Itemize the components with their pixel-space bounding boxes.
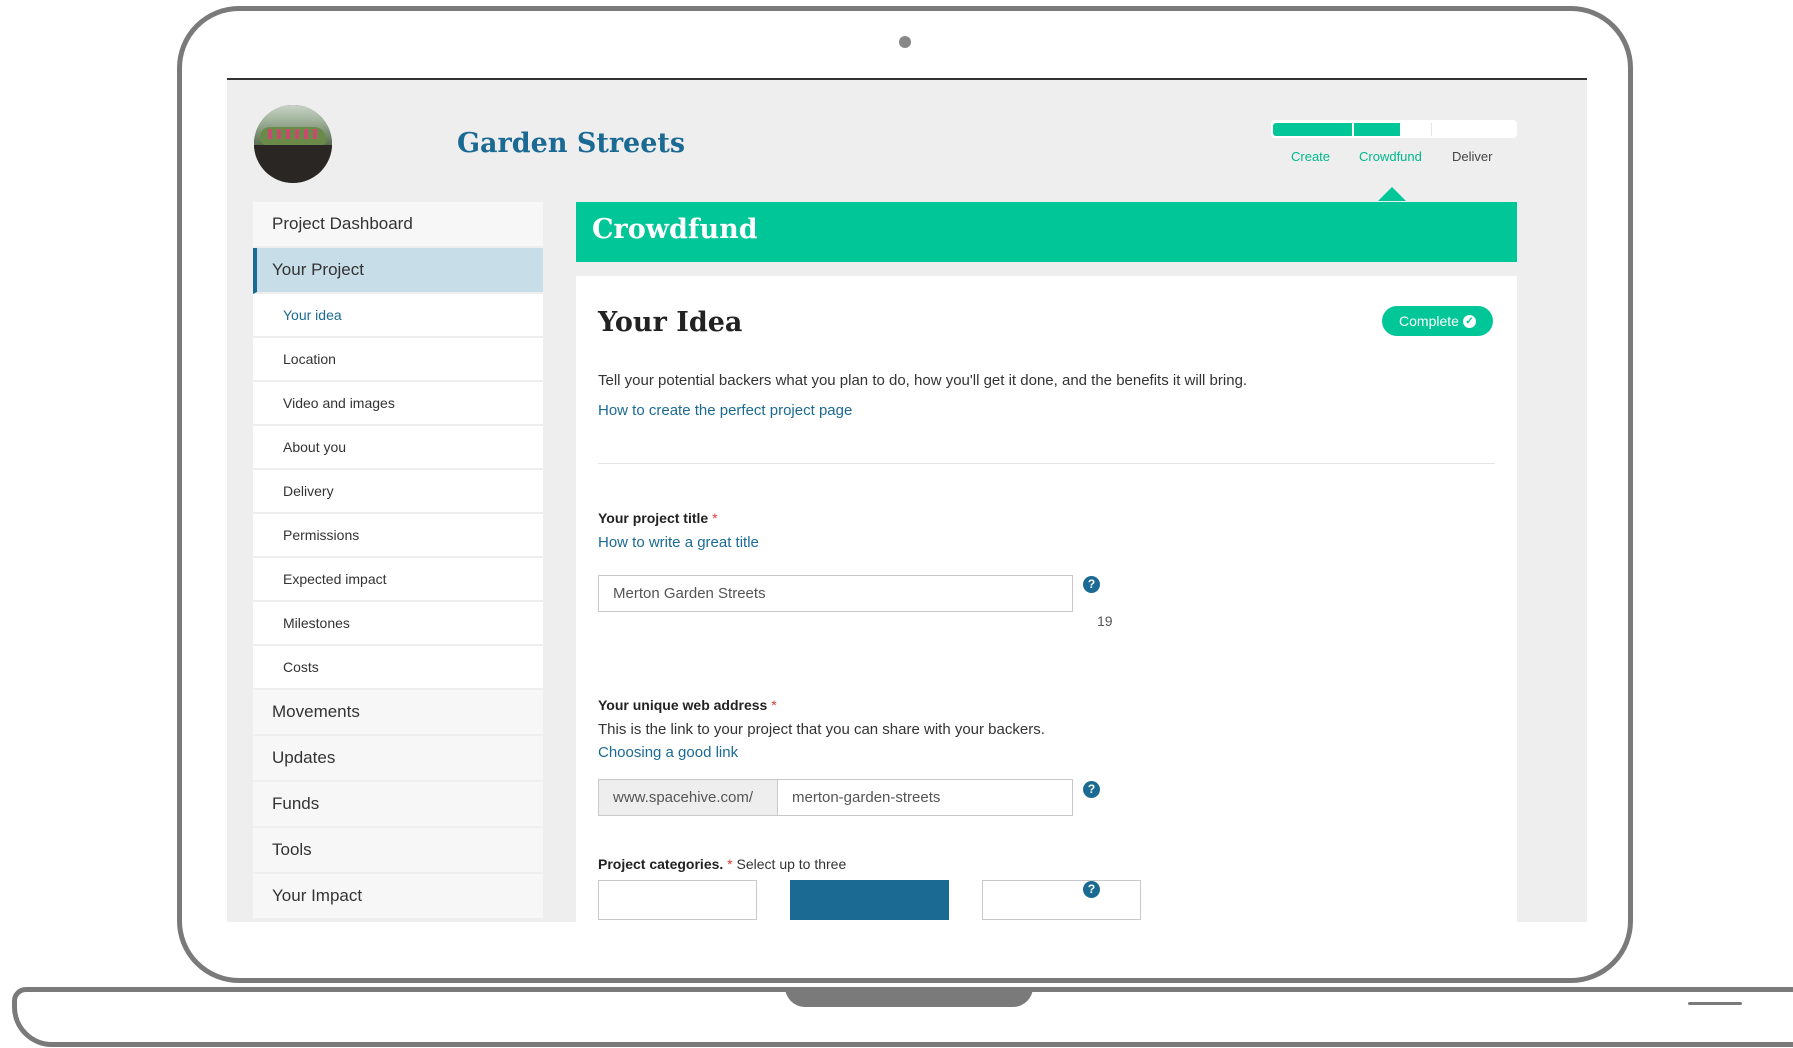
great-title-link[interactable]: How to write a great title <box>598 534 759 551</box>
site-title: Garden Streets <box>457 128 686 159</box>
sidebar-item-movements[interactable]: Movements <box>253 690 543 736</box>
laptop-notch <box>785 987 1033 1007</box>
crowdfund-banner: Crowdfund <box>576 202 1517 262</box>
check-circle-icon: ✓ <box>1462 314 1476 328</box>
required-marker: * <box>771 697 777 713</box>
categories-label: Project categories. * Select up to three <box>598 856 847 872</box>
web-address-label: Your unique web address * <box>598 697 777 713</box>
sidebar-subitem-delivery[interactable]: Delivery <box>253 470 543 514</box>
required-marker: * <box>712 510 718 526</box>
sidebar-item-your-impact[interactable]: Your Impact <box>253 874 543 920</box>
sidebar-subitem-about-you[interactable]: About you <box>253 426 543 470</box>
sidebar-subitem-expected-impact[interactable]: Expected impact <box>253 558 543 602</box>
sidebar-item-project-dashboard[interactable]: Project Dashboard <box>253 202 543 248</box>
sidebar-item-funds[interactable]: Funds <box>253 782 543 828</box>
sidebar-subitem-permissions[interactable]: Permissions <box>253 514 543 558</box>
progress-crowdfund-segment <box>1354 123 1400 136</box>
screen: Garden Streets Create Crowdfund Deliver … <box>227 78 1587 922</box>
status-badge: Complete ✓ <box>1382 306 1493 336</box>
step-deliver[interactable]: Deliver <box>1452 149 1492 164</box>
sidebar-item-updates[interactable]: Updates <box>253 736 543 782</box>
category-option[interactable] <box>598 880 757 920</box>
divider <box>598 463 1495 464</box>
category-option[interactable] <box>982 880 1141 920</box>
step-create[interactable]: Create <box>1291 149 1330 164</box>
good-link-link[interactable]: Choosing a good link <box>598 744 738 761</box>
url-prefix: www.spacehive.com/ <box>598 779 777 816</box>
help-icon[interactable]: ? <box>1083 881 1100 898</box>
status-badge-label: Complete <box>1399 313 1459 329</box>
project-title-label: Your project title * <box>598 510 718 526</box>
sidebar-subitem-your-idea[interactable]: Your idea <box>253 294 543 338</box>
laptop-base-line <box>1688 1002 1742 1005</box>
category-option-selected[interactable] <box>790 880 949 920</box>
sidebar-subitem-milestones[interactable]: Milestones <box>253 602 543 646</box>
sidebar-item-your-project[interactable]: Your Project <box>253 248 543 294</box>
web-address-input[interactable]: merton-garden-streets <box>777 779 1073 816</box>
categories-hint: Select up to three <box>736 856 847 872</box>
help-icon[interactable]: ? <box>1083 576 1100 593</box>
camera-dot <box>899 36 911 48</box>
section-title: Your Idea <box>598 307 743 338</box>
sidebar-subitem-costs[interactable]: Costs <box>253 646 543 690</box>
project-title-input[interactable]: Merton Garden Streets <box>598 575 1073 612</box>
intro-text: Tell your potential backers what you pla… <box>598 372 1248 389</box>
required-marker: * <box>727 856 733 872</box>
idea-form-panel: Your Idea Complete ✓ Tell your potential… <box>576 276 1517 922</box>
step-crowdfund[interactable]: Crowdfund <box>1359 149 1422 164</box>
perfect-page-link[interactable]: How to create the perfect project page <box>598 402 852 419</box>
active-step-caret <box>1378 187 1406 201</box>
sidebar-nav: Project Dashboard Your Project Your idea… <box>253 202 543 920</box>
project-avatar[interactable] <box>254 105 332 183</box>
sidebar-item-tools[interactable]: Tools <box>253 828 543 874</box>
title-char-counter: 19 <box>1097 613 1113 629</box>
stage-progress-bar <box>1271 120 1517 138</box>
banner-title: Crowdfund <box>592 214 758 245</box>
web-address-description: This is the link to your project that yo… <box>598 721 1045 738</box>
sidebar-subitem-video-images[interactable]: Video and images <box>253 382 543 426</box>
help-icon[interactable]: ? <box>1083 781 1100 798</box>
sidebar-subitem-location[interactable]: Location <box>253 338 543 382</box>
progress-create-segment <box>1273 123 1352 136</box>
